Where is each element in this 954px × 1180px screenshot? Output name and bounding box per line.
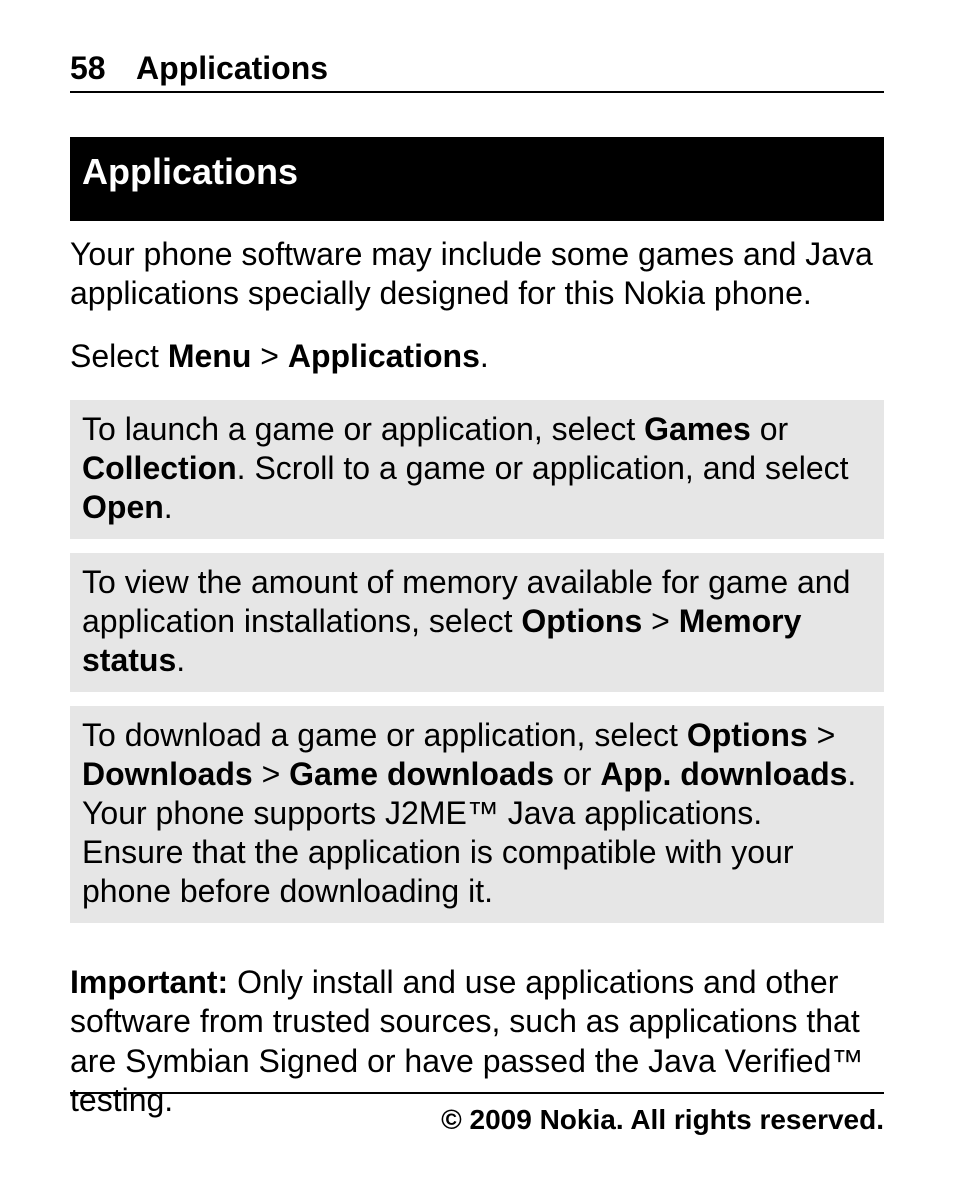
page-footer: © 2009 Nokia. All rights reserved. bbox=[70, 1092, 884, 1136]
app-downloads-label: App. downloads bbox=[600, 756, 847, 792]
text: > bbox=[642, 603, 678, 639]
downloads-label: Downloads bbox=[82, 756, 253, 792]
header-section-title: Applications bbox=[136, 50, 328, 86]
page-number: 58 bbox=[70, 50, 106, 87]
text: Select bbox=[70, 338, 168, 374]
instruction-box-download: To download a game or application, selec… bbox=[70, 706, 884, 923]
text: . bbox=[164, 489, 173, 525]
applications-label: Applications bbox=[288, 338, 480, 374]
intro-paragraph-2: Select Menu > Applications. bbox=[70, 337, 884, 376]
text: . Scroll to a game or application, and s… bbox=[237, 450, 849, 486]
text: or bbox=[751, 411, 788, 447]
text: > bbox=[253, 756, 289, 792]
text: To download a game or application, selec… bbox=[82, 717, 687, 753]
text: > bbox=[808, 717, 836, 753]
text: . bbox=[176, 642, 185, 678]
section-banner-title: Applications bbox=[82, 151, 298, 192]
games-label: Games bbox=[644, 411, 751, 447]
page-header: 58 Applications bbox=[70, 50, 884, 93]
options-label: Options bbox=[687, 717, 808, 753]
text: or bbox=[554, 756, 600, 792]
copyright-text: © 2009 Nokia. All rights reserved. bbox=[441, 1104, 884, 1135]
text: To launch a game or application, select bbox=[82, 411, 644, 447]
important-label: Important: bbox=[70, 964, 228, 1000]
text: . bbox=[480, 338, 489, 374]
instruction-box-memory: To view the amount of memory available f… bbox=[70, 553, 884, 692]
menu-label: Menu bbox=[168, 338, 252, 374]
text: Your phone software may include some gam… bbox=[70, 236, 873, 311]
section-banner: Applications bbox=[70, 137, 884, 221]
game-downloads-label: Game downloads bbox=[289, 756, 554, 792]
open-label: Open bbox=[82, 489, 164, 525]
intro-paragraph-1: Your phone software may include some gam… bbox=[70, 235, 884, 313]
collection-label: Collection bbox=[82, 450, 237, 486]
options-label: Options bbox=[521, 603, 642, 639]
instruction-box-launch: To launch a game or application, select … bbox=[70, 400, 884, 539]
text: > bbox=[251, 338, 287, 374]
